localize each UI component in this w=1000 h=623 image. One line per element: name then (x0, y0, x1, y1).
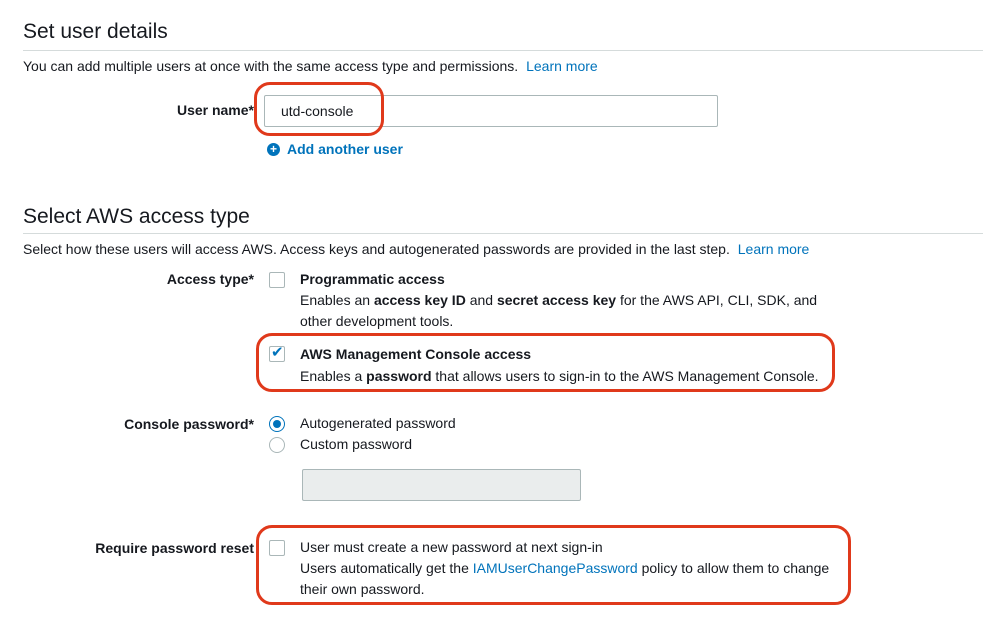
programmatic-access-title: Programmatic access (300, 271, 445, 287)
desc-bold: secret access key (496, 292, 617, 308)
desc-bold: access key ID (373, 292, 466, 308)
programmatic-access-checkbox[interactable] (269, 272, 285, 288)
custom-password-radio[interactable] (269, 437, 285, 453)
autogenerated-password-radio[interactable] (269, 416, 285, 432)
access-type-label: Access type* (166, 271, 254, 287)
require-password-reset-label: Require password reset (95, 540, 254, 556)
access-type-heading: Select AWS access type (23, 205, 250, 228)
desc-text: Enables an (300, 292, 374, 308)
user-details-description: You can add multiple users at once with … (23, 58, 598, 74)
plus-circle-icon: + (267, 142, 280, 156)
highlight-password-reset (256, 525, 851, 605)
learn-more-link[interactable]: Learn more (526, 58, 598, 74)
custom-password-input[interactable] (302, 469, 581, 501)
add-another-user-label: Add another user (287, 141, 403, 157)
section-divider (23, 233, 983, 234)
console-password-label: Console password* (124, 416, 254, 432)
section-divider (23, 50, 983, 51)
programmatic-access-description: Enables an access key ID and secret acce… (300, 290, 830, 332)
add-another-user-button[interactable]: + Add another user (267, 141, 403, 157)
highlight-console-access (256, 333, 835, 392)
autogenerated-password-label: Autogenerated password (300, 415, 456, 431)
custom-password-label: Custom password (300, 436, 413, 452)
learn-more-link[interactable]: Learn more (738, 241, 810, 257)
access-type-description: Select how these users will access AWS. … (23, 241, 809, 257)
user-details-heading: Set user details (23, 20, 168, 43)
highlight-user-name (254, 82, 384, 136)
access-type-description-text: Select how these users will access AWS. … (23, 241, 730, 257)
user-details-description-text: You can add multiple users at once with … (23, 58, 519, 74)
user-name-label: User name* (176, 102, 254, 118)
desc-text: and (465, 292, 497, 308)
